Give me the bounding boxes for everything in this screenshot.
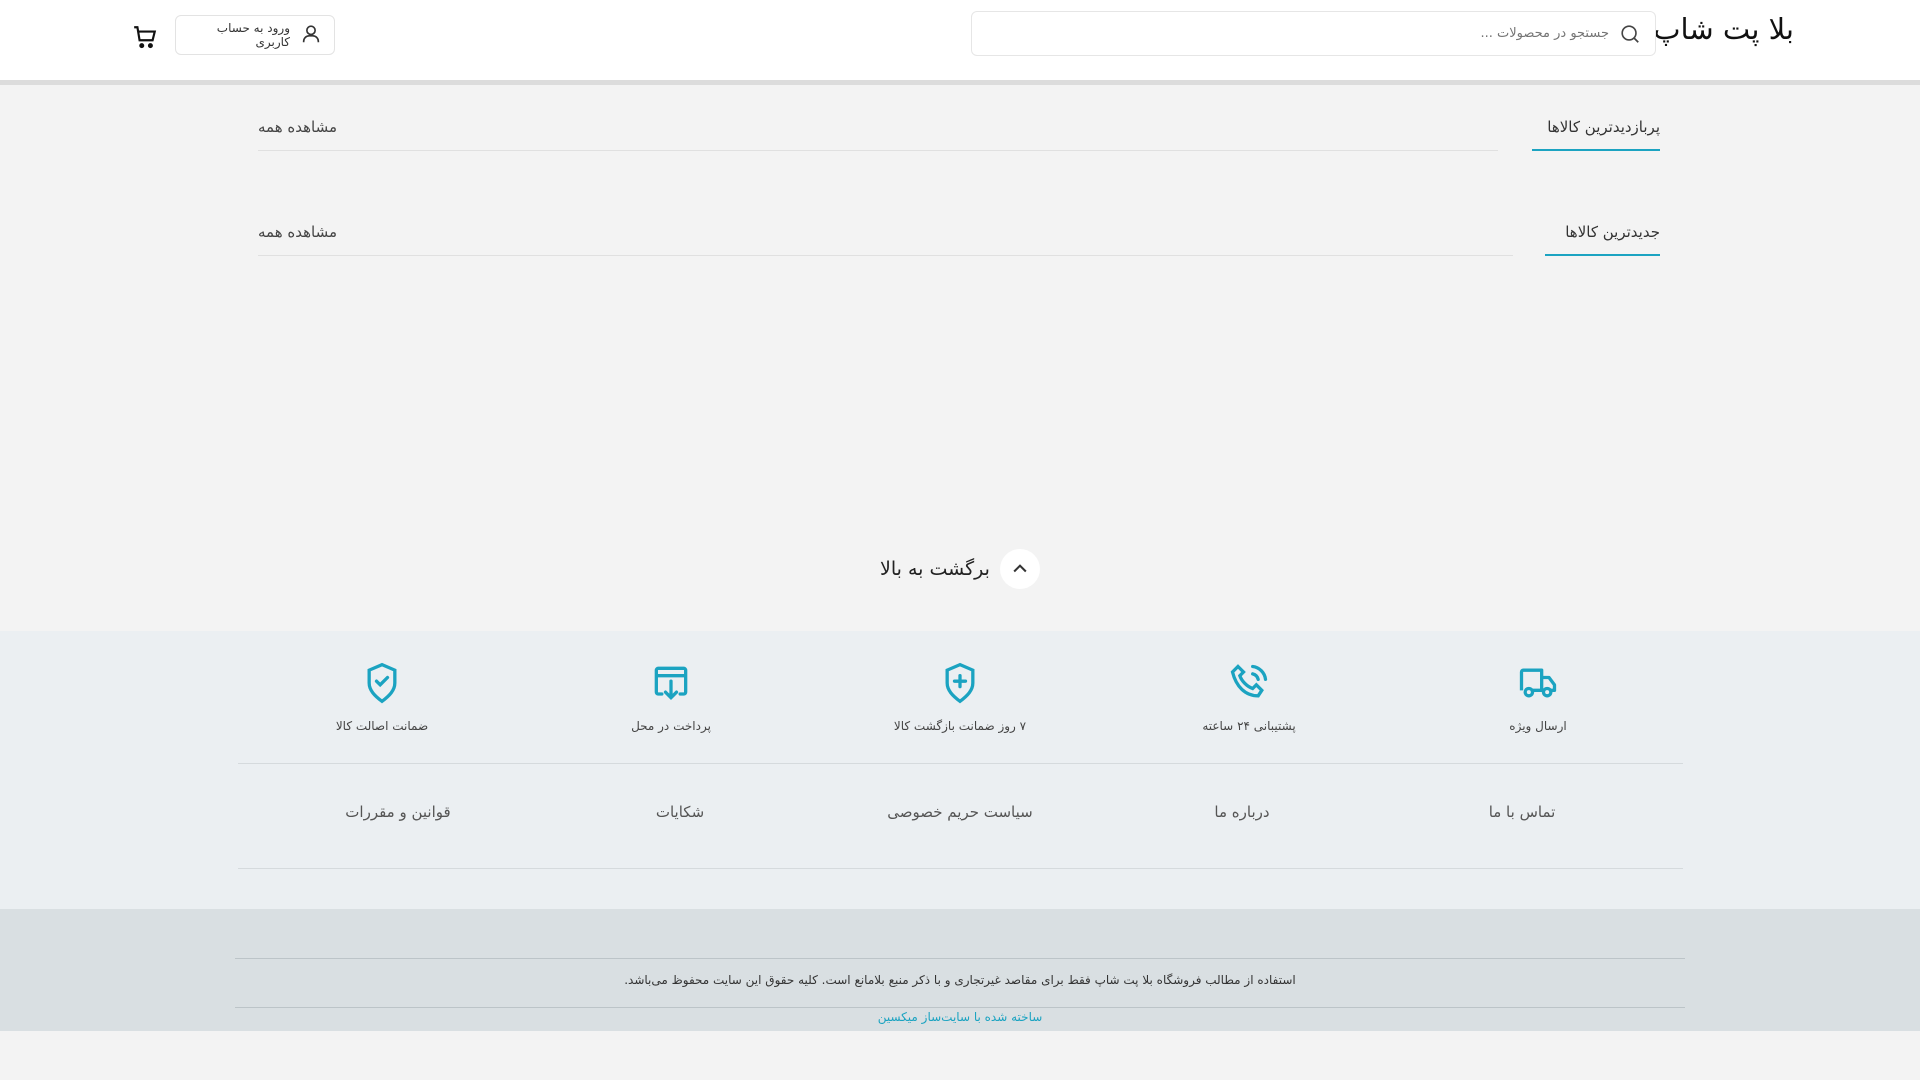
- feature-authenticity: ضمانت اصالت کالا: [252, 661, 512, 733]
- section-divider: [258, 150, 1498, 151]
- login-button[interactable]: ورود به حساب کاربری: [175, 15, 335, 55]
- header-divider: [0, 80, 1920, 85]
- section-title-underline: [1532, 149, 1660, 151]
- footer-bottom: استفاده از مطالب فروشگاه بلا پت شاپ فقط …: [0, 909, 1920, 1031]
- copyright-text: استفاده از مطالب فروشگاه بلا پت شاپ فقط …: [624, 973, 1296, 987]
- feature-return-guarantee: ۷ روز ضمانت بازگشت کالا: [830, 661, 1090, 733]
- footer-divider: [235, 958, 1685, 959]
- chevron-up-icon: [999, 549, 1040, 589]
- footer-link-about[interactable]: درباره ما: [1142, 803, 1342, 821]
- section-title-newest: جدیدترین کالاها: [1565, 223, 1660, 241]
- site-builder-link[interactable]: ساخته شده با سایت‌ساز میکسین: [0, 1010, 1920, 1024]
- site-logo[interactable]: بلا پت شاپ: [1653, 12, 1794, 46]
- truck-icon: [1515, 668, 1561, 709]
- feature-support: پشتیبانی ۲۴ ساعته: [1119, 661, 1379, 733]
- back-to-top-label: برگشت به بالا: [880, 558, 990, 580]
- section-divider: [258, 255, 1513, 256]
- see-all-link[interactable]: مشاهده همه: [258, 118, 337, 136]
- search-input[interactable]: [1009, 12, 1609, 55]
- phone-icon: [1226, 664, 1272, 709]
- footer-link-contact[interactable]: تماس با ما: [1422, 803, 1622, 821]
- footer-link-privacy[interactable]: سیاست حریم خصوصی: [860, 803, 1060, 821]
- back-to-top-button[interactable]: برگشت به بالا: [880, 549, 1040, 589]
- search-icon[interactable]: [1619, 23, 1641, 49]
- footer-divider: [238, 868, 1683, 869]
- search-box[interactable]: [971, 11, 1656, 56]
- footer-link-complaints[interactable]: شکایات: [580, 803, 780, 821]
- section-title-most-viewed: پربازدیدترین کالاها: [1547, 118, 1660, 136]
- shield-plus-icon: [937, 662, 983, 709]
- cart-icon[interactable]: [132, 24, 158, 54]
- feature-cash-on-delivery: پرداخت در محل: [541, 661, 801, 733]
- user-icon: [300, 23, 322, 48]
- footer-divider: [235, 1007, 1685, 1008]
- footer-divider: [238, 763, 1683, 764]
- login-label: ورود به حساب کاربری: [216, 21, 290, 49]
- feature-special-shipping: ارسال ویژه: [1408, 661, 1668, 733]
- footer-link-terms[interactable]: قوانین و مقررات: [298, 803, 498, 821]
- payment-icon: [648, 666, 694, 709]
- shield-check-icon: [359, 662, 405, 709]
- see-all-link[interactable]: مشاهده همه: [258, 223, 337, 241]
- section-title-underline: [1545, 254, 1660, 256]
- footer: ارسال ویژه پشتیبانی ۲۴ ساعته ۷ روز ضمانت…: [0, 631, 1920, 909]
